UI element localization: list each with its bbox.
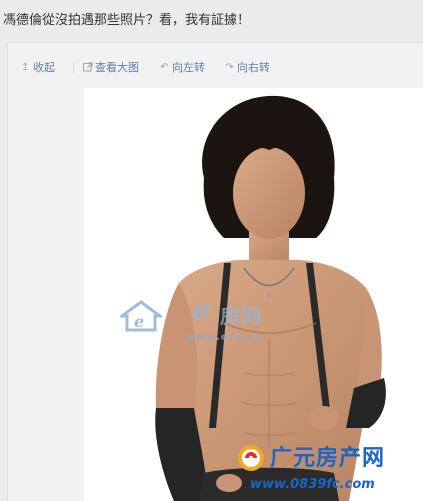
- efw-logo-name: 房网: [220, 304, 262, 328]
- rotate-right-button[interactable]: ↷ 向右转: [224, 59, 270, 75]
- svg-text:e: e: [134, 312, 144, 331]
- image-toolbar: ↥ 收起 查看大图 ↶ 向左转 ↷ 向右转: [20, 59, 270, 75]
- collapse-label: 收起: [33, 61, 55, 74]
- rotate-left-label: 向左转: [172, 61, 205, 74]
- collapse-button[interactable]: ↥ 收起: [20, 59, 55, 75]
- rotate-right-label: 向右转: [237, 61, 270, 74]
- rotate-left-icon: ↶: [160, 61, 169, 73]
- external-link-icon: [82, 62, 93, 73]
- guangyuan-name: 广元房产网: [270, 446, 386, 471]
- guangyuan-watermark: 广元房产网 www.0839fc.com: [236, 440, 423, 500]
- post-text: 馮德倫從沒拍遇那些照片？看，我有証據！: [3, 13, 251, 28]
- efw-url: www.efw.cn: [186, 332, 264, 343]
- rotate-right-icon: ↷: [225, 61, 234, 73]
- view-large-button[interactable]: 查看大图: [82, 59, 139, 75]
- guangyuan-url: www.0839fc.com: [250, 477, 375, 492]
- guangyuan-logo-icon: [238, 445, 264, 471]
- efw-logo-e: e: [192, 293, 212, 328]
- arrow-up-icon: ↥: [21, 61, 30, 73]
- house-logo-icon: e: [120, 300, 162, 332]
- view-large-label: 查看大图: [95, 61, 139, 74]
- toolbar-divider: [73, 61, 74, 73]
- efw-watermark: e e 房网 www.efw.cn: [120, 296, 290, 346]
- media-panel: ↥ 收起 查看大图 ↶ 向左转 ↷ 向右转: [7, 42, 423, 501]
- rotate-left-button[interactable]: ↶ 向左转: [159, 59, 205, 75]
